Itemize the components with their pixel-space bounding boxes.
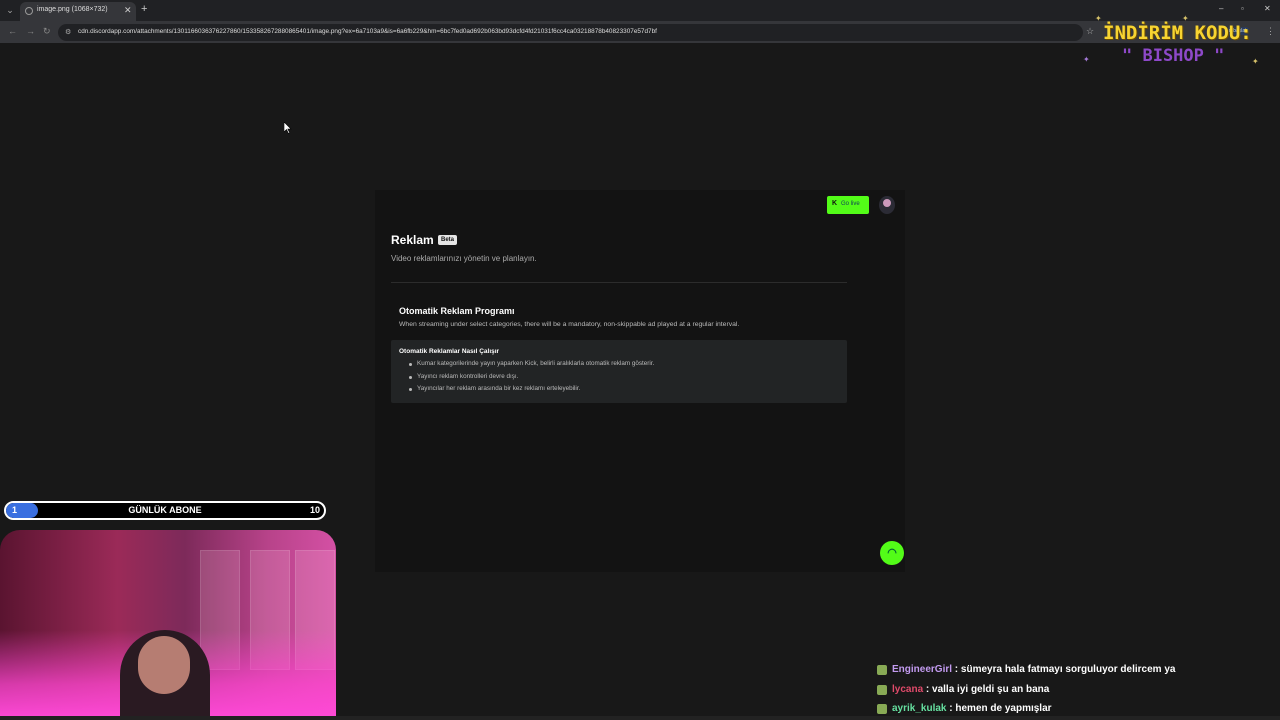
divider [391, 282, 847, 283]
maximize-button[interactable]: ▫ [1241, 4, 1244, 13]
chat-username: EngineerGirl : sümeyra hala fatmayı sorg… [892, 664, 1176, 675]
info-title: Otomatik Reklamlar Nasıl Çalışır [399, 348, 500, 355]
chat-badge-icon [877, 684, 887, 695]
headset-icon: ◠ [887, 547, 897, 559]
promo-code-title: İNDİRİM KODU: [1103, 22, 1252, 44]
browser-menu-icon[interactable]: ⋮ [1266, 26, 1275, 37]
new-tab-button[interactable]: + [141, 3, 147, 15]
chat-username: lycana : valla iyi geldi şu an bana [892, 683, 1050, 695]
browser-tab-strip: ⌄ image.png (1068×732) ✕ + – ▫ ✕ [0, 0, 1280, 21]
globe-icon [25, 7, 33, 15]
tab-search-button[interactable]: ⌄ [3, 3, 17, 17]
streamer-face [138, 636, 190, 694]
webcam-feed [0, 530, 336, 720]
tab-close-icon[interactable]: ✕ [124, 5, 132, 16]
goal-label: GÜNLÜK ABONE [128, 505, 202, 515]
kick-logo-icon: K [832, 200, 838, 207]
screen: ⌄ image.png (1068×732) ✕ + – ▫ ✕ ← → ↻ ⚙… [0, 0, 1280, 720]
chat-badge-icon [877, 704, 887, 714]
browser-toolbar: ← → ↻ ⚙ cdn.discordapp.com/attachments/1… [0, 21, 1280, 43]
goal-target: 10 [309, 505, 320, 515]
sparkle-icon: ✦ [1095, 14, 1102, 23]
beta-badge: Beta [438, 235, 458, 245]
tab-title: image.png (1068×732) [37, 6, 108, 13]
reload-icon[interactable]: ↻ [43, 26, 51, 37]
bottom-edge [0, 716, 1280, 720]
sparkle-icon: ✦ [1083, 55, 1090, 64]
auto-ad-schedule-title: Otomatik Reklam Programı [399, 306, 515, 316]
chat-message: EngineerGirl : sümeyra hala fatmayı sorg… [877, 662, 1277, 682]
sparkle-icon: ✦ [1182, 14, 1189, 23]
info-bullet-list: Kumar kategorilerinde yayın yaparken Kic… [408, 360, 654, 398]
minimize-button[interactable]: – [1219, 4, 1223, 13]
sparkle-icon: ✦ [1252, 57, 1259, 66]
close-window-button[interactable]: ✕ [1264, 4, 1271, 13]
forward-icon[interactable]: → [26, 26, 35, 36]
kick-ads-page: K Go live Reklam Beta Video reklamlarını… [375, 190, 905, 572]
go-live-button[interactable]: K Go live [827, 196, 869, 214]
user-avatar[interactable] [879, 196, 895, 214]
chat-username: ayrik_kulak : hemen de yapmışlar [892, 703, 1052, 714]
chat-overlay: EngineerGirl : sümeyra hala fatmayı sorg… [877, 662, 1277, 720]
help-chat-button[interactable]: ◠ [880, 541, 904, 565]
browser-tab[interactable]: image.png (1068×732) ✕ [20, 2, 136, 21]
chat-badge-icon [877, 665, 887, 675]
back-icon[interactable]: ← [8, 26, 17, 36]
page-title: Reklam [391, 233, 434, 247]
list-item: Yayıncı reklam kontrolleri devre dışı. [408, 373, 654, 386]
url-text[interactable]: cdn.discordapp.com/attachments/130116603… [78, 28, 657, 35]
chat-message: lycana : valla iyi geldi şu an bana [877, 682, 1277, 702]
page-subtitle: Video reklamlarınızı yönetin ve planlayı… [391, 254, 537, 263]
address-bar[interactable]: ⚙ cdn.discordapp.com/attachments/1301166… [58, 24, 1083, 41]
list-item: Yayıncılar her reklam arasında bir kez r… [408, 385, 654, 398]
list-item: Kumar kategorilerinde yayın yaparken Kic… [408, 360, 654, 373]
promo-code-value: " BISHOP " [1122, 46, 1225, 66]
how-auto-ads-work-box: Otomatik Reklamlar Nasıl Çalışır Kumar k… [391, 340, 847, 403]
auto-ad-schedule-description: When streaming under select categories, … [399, 321, 740, 328]
go-live-label: Go live [841, 201, 860, 207]
daily-sub-goal-bar: 1 GÜNLÜK ABONE 10 [4, 501, 326, 520]
site-info-icon[interactable]: ⚙ [65, 28, 71, 36]
bookmark-star-icon[interactable]: ☆ [1086, 26, 1094, 37]
